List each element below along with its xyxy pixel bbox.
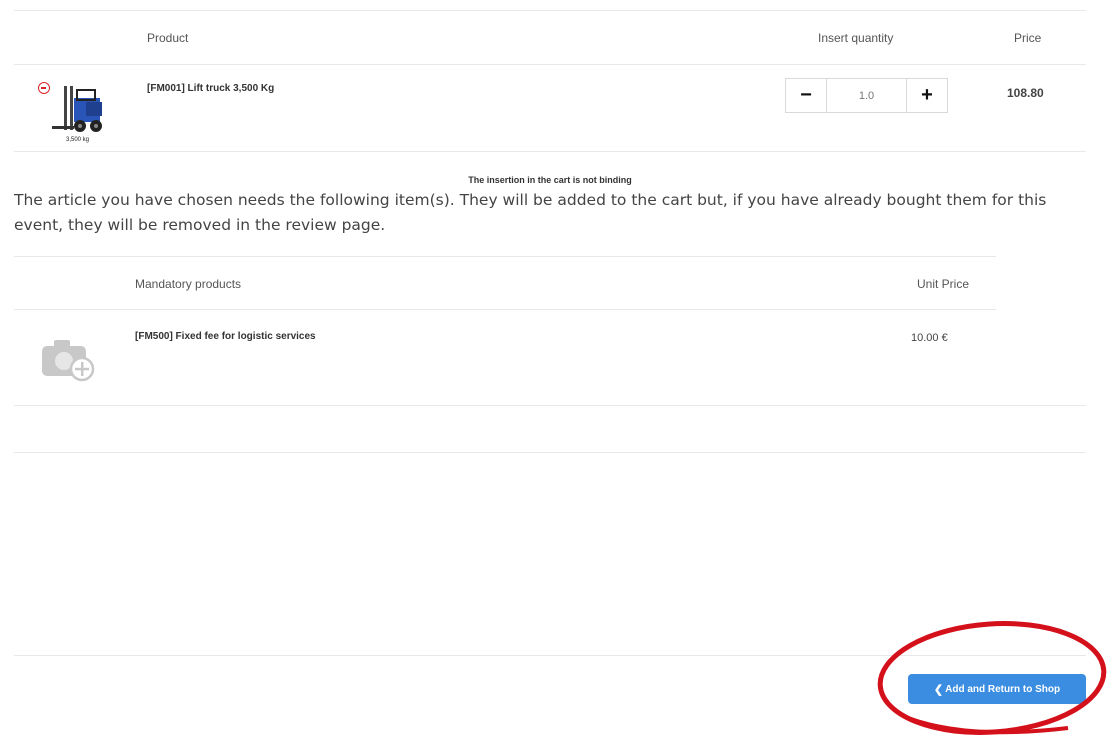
decrease-quantity-button[interactable]: − [786,79,826,112]
price-column-header: Price [1014,31,1042,45]
mandatory-bottom-divider [14,405,1086,406]
section-divider [14,452,1086,453]
binding-note: The insertion in the cart is not binding [468,175,632,185]
top-divider [14,10,1086,11]
product-price: 108.80 [1007,86,1044,100]
product-column-header: Product [147,31,189,45]
increase-quantity-button[interactable]: + [907,79,947,112]
header-divider [14,64,1086,65]
mandatory-product-name: [FM500] Fixed fee for logistic services [135,331,316,342]
mandatory-unit-price: 10.00 € [911,332,948,344]
mandatory-top-divider [14,256,996,257]
forklift-product-image: 3,500 kg [44,80,116,146]
quantity-column-header: Insert quantity [818,31,894,45]
product-name: [FM001] Lift truck 3,500 Kg [147,83,275,94]
product-image-caption: 3,500 kg [66,137,90,143]
red-highlight-circle [877,621,1107,735]
camera-add-placeholder-icon [40,336,100,384]
mandatory-items-notice: The article you have chosen needs the fo… [14,191,1047,234]
unit-price-header: Unit Price [917,277,970,291]
cart-row-divider [14,151,1086,152]
mandatory-products-header: Mandatory products [135,277,242,291]
quantity-stepper[interactable]: − + [785,78,948,113]
quantity-input[interactable] [826,79,907,112]
mandatory-header-divider [14,309,996,310]
